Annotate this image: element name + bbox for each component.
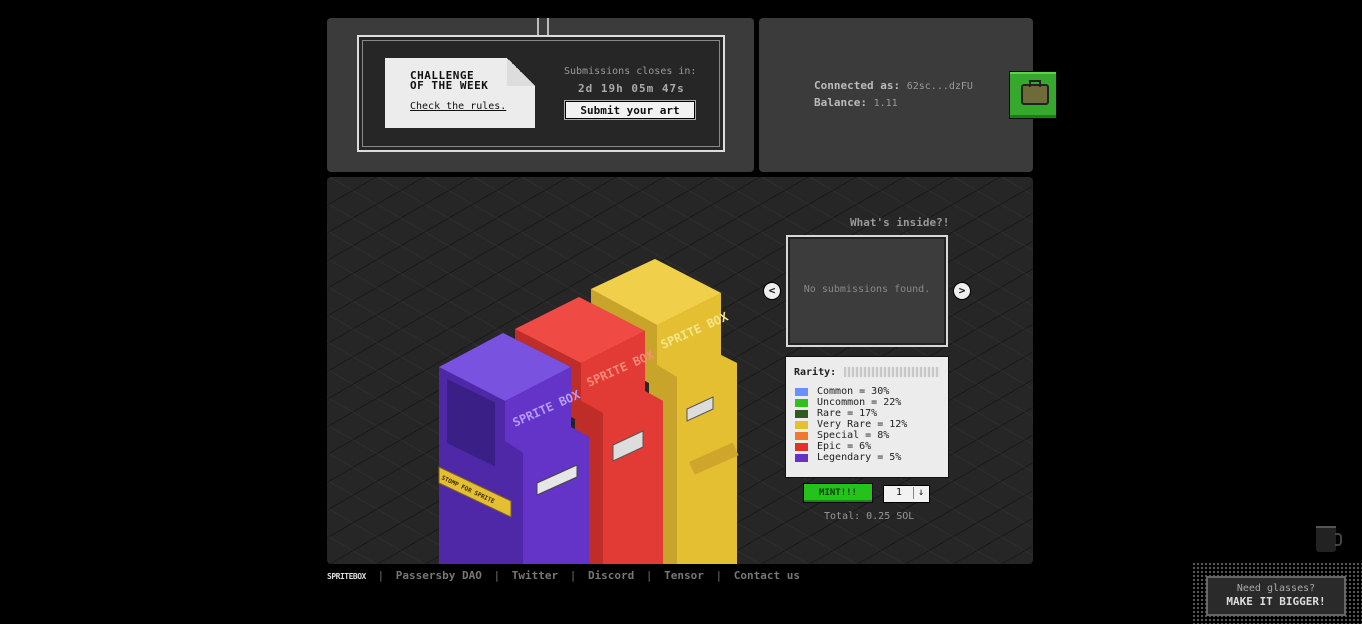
rarity-swatch (795, 442, 808, 451)
rarity-item: Rare = 17% (795, 408, 907, 419)
rarity-item: Special = 8% (795, 430, 907, 441)
rarity-bar (844, 367, 940, 377)
wallet-button[interactable] (1009, 71, 1057, 119)
rarity-item: Epic = 6% (795, 441, 907, 452)
footer-brand[interactable]: SPRITEBOX (327, 572, 366, 581)
mint-total: Total: 0.25 SOL (824, 511, 915, 522)
wallet-address: 62sc...dzFU (906, 81, 973, 92)
quantity-value: 1 (896, 487, 903, 498)
submit-art-button[interactable]: Submit your art (565, 101, 695, 119)
rarity-swatch (795, 387, 808, 396)
rarity-item: Very Rare = 12% (795, 419, 907, 430)
footer-link-twitter[interactable]: Twitter (512, 569, 558, 582)
rarity-swatch (795, 398, 808, 407)
submission-viewer: No submissions found. (786, 235, 948, 347)
challenge-title: CHALLENGE OF THE WEEK (410, 69, 489, 92)
submissions-close-label: Submissions closes in: (564, 66, 697, 77)
next-submission-button[interactable]: > (953, 282, 971, 300)
countdown-timer: 2d 19h 05m 47s (578, 82, 685, 95)
main-panel: SPRITE BOX SPRITE BOX SPRITE BOX STOMP F… (327, 177, 1033, 564)
wallet-icon (1021, 80, 1049, 105)
rarity-item: Common = 30% (795, 386, 907, 397)
footer-separator: | (569, 569, 577, 582)
rarity-item: Legendary = 5% (795, 452, 907, 463)
rarity-label: Rarity: (794, 367, 837, 378)
whats-inside-heading: What's inside?! (850, 216, 950, 229)
connected-as: Connected as: 62sc...dzFU (814, 79, 973, 92)
need-glasses-text: Need glasses? (1236, 583, 1316, 594)
footer-link-tensor[interactable]: Tensor (664, 569, 704, 582)
rarity-swatch (795, 453, 808, 462)
mint-button[interactable]: MINT!!! (803, 483, 873, 503)
coffee-mug-icon[interactable] (1316, 526, 1342, 552)
page-fold (507, 58, 535, 86)
footer-separator: | (715, 569, 723, 582)
rarity-card: Rarity: Common = 30% Uncommon = 22% Rare… (785, 356, 949, 478)
footer-separator: | (645, 569, 653, 582)
rarity-list: Common = 30% Uncommon = 22% Rare = 17% V… (795, 386, 907, 463)
connected-label: Connected as: (814, 79, 901, 92)
footer-separator: | (493, 569, 501, 582)
footer-link-passersby-dao[interactable]: Passersby DAO (396, 569, 482, 582)
arrow-down-icon: ↓ (913, 487, 928, 499)
rarity-item: Uncommon = 22% (795, 397, 907, 408)
rarity-swatch (795, 420, 808, 429)
chevron-left-icon: < (768, 284, 776, 297)
footer: SPRITEBOX | Passersby DAO | Twitter | Di… (327, 569, 800, 582)
empty-submissions-text: No submissions found. (803, 284, 931, 295)
make-it-bigger-button[interactable]: Need glasses? MAKE IT BIGGER! (1206, 576, 1346, 616)
footer-link-contact[interactable]: Contact us (734, 569, 800, 582)
wallet-panel: Connected as: 62sc...dzFU Balance: 1.11 (759, 18, 1033, 172)
rarity-swatch (795, 431, 808, 440)
quantity-select[interactable]: 1 ↓ (883, 485, 930, 503)
challenge-panel: CHALLENGE OF THE WEEK Check the rules. S… (327, 18, 754, 172)
purple-machine: SPRITE BOX STOMP FOR SPRITE (438, 333, 589, 564)
chevron-right-icon: > (958, 284, 966, 297)
make-it-bigger-text: MAKE IT BIGGER! (1226, 595, 1326, 608)
balance-value: 1.11 (873, 98, 898, 109)
challenge-card: CHALLENGE OF THE WEEK Check the rules. (385, 58, 535, 128)
balance-label: Balance: (814, 96, 867, 109)
footer-separator: | (377, 569, 385, 582)
prev-submission-button[interactable]: < (763, 282, 781, 300)
balance: Balance: 1.11 (814, 96, 898, 109)
footer-link-discord[interactable]: Discord (588, 569, 634, 582)
rules-link[interactable]: Check the rules. (410, 101, 506, 112)
rarity-swatch (795, 409, 808, 418)
